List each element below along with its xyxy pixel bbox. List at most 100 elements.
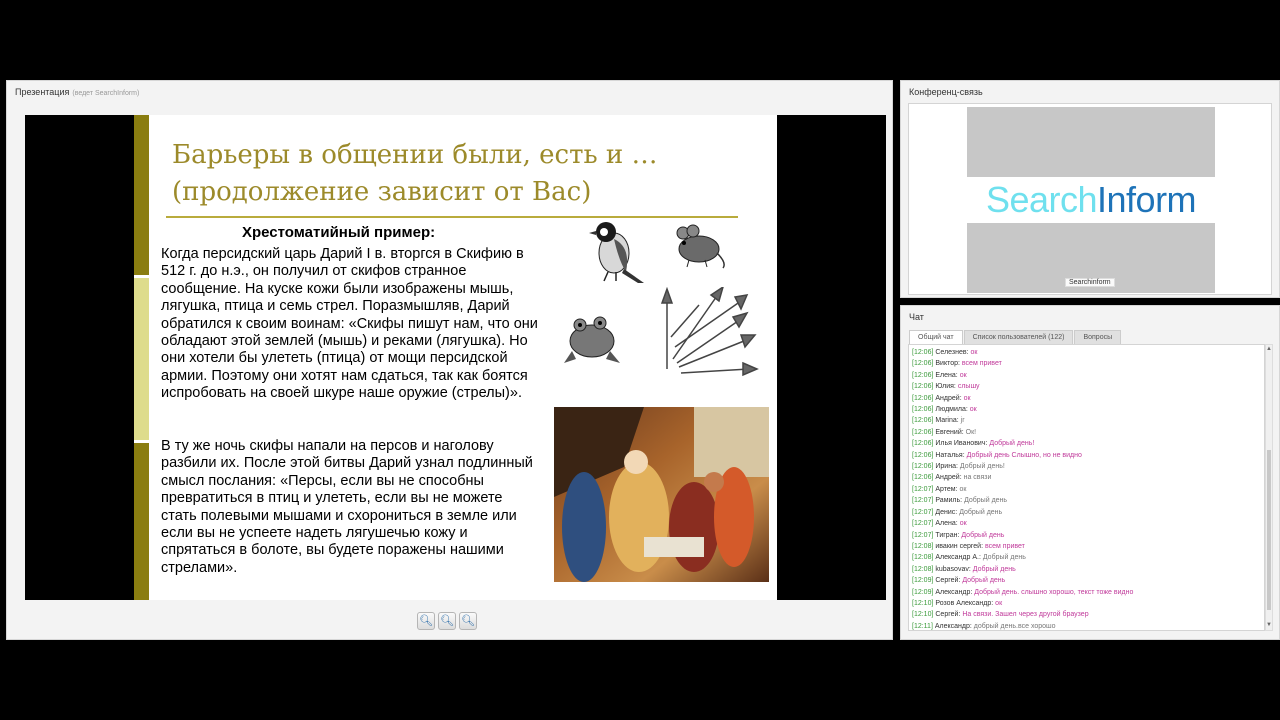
chat-message: [12:09] Сергей: Добрый день [912,575,1252,586]
tab-general-chat[interactable]: Общий чат [909,330,963,345]
example-title: Хрестоматийный пример: [242,224,436,241]
message-text: Добрый день [972,565,1016,573]
chat-message: [12:06] Юлия: слышу [912,381,1252,392]
video-frame: SearchInform Searchinform [908,103,1272,295]
chat-panel: Чат Общий чат Список пользователей (122) В… [900,305,1280,640]
presentation-subtitle: (ведет SearchInform) [72,90,140,97]
camera-label: Searchinform [1065,278,1115,287]
message-time: [12:07] [912,508,934,516]
message-author: Алена: [935,520,958,528]
chat-message: [12:06] Marina: jr [912,415,1252,426]
message-list: [12:06] Селезнев: ок [12:06] Виктор: всем… [912,347,1252,630]
presentation-panel: Презентация (ведет SearchInform) Барьеры … [6,80,893,640]
chat-message: [12:08] ивакин сергей: всем привет [912,541,1252,552]
chat-message: [12:08] kubasovav: Добрый день [912,564,1252,575]
video-stream[interactable]: SearchInform Searchinform [967,107,1215,293]
presentation-panel-title: Презентация (ведет SearchInform) [15,87,139,97]
conference-title: Конференц-связь [909,87,983,97]
message-text: Добрый день [964,497,1008,505]
message-author: Рамиль: [935,497,963,505]
message-text: ок [963,394,971,402]
message-text: Ок! [965,428,977,436]
message-text: ок [959,371,967,379]
message-text: слышу [957,383,980,391]
message-author: Александр: [934,622,972,630]
slide-paragraph-2: В ту же ночь скифы напали на персов и на… [161,438,533,576]
message-time: [12:06] [912,451,934,459]
message-time: [12:06] [912,371,934,379]
arrows-illustration [660,287,759,377]
chat-message: [12:07] Тигран: Добрый день [912,530,1252,541]
chat-title: Чат [909,312,924,322]
message-author: Юлия: [935,383,956,391]
message-text: На связи. Зашел через другой браузер [962,611,1089,619]
chat-message: [12:09] Александр: Добрый день. слышно х… [912,587,1252,598]
message-text: ок [959,485,967,493]
message-text: Добрый день [982,554,1026,562]
slide: Барьеры в общении были, есть и … (продол… [134,115,777,600]
message-time: [12:06] [912,394,934,402]
message-time: [12:06] [912,428,934,436]
message-time: [12:09] [912,577,934,585]
message-text: jr [960,417,965,425]
message-text: всем привет [985,542,1025,550]
message-author: Розов Александр: [935,599,994,607]
chat-message: [12:10] Сергей: На связи. Зашел через др… [912,609,1252,620]
message-time: [12:06] [912,474,934,482]
message-text: ок [970,349,978,356]
message-text: Добрый день! [989,440,1035,448]
chat-message: [12:07] Артем: ок [912,484,1252,495]
chat-messages: [12:06] Селезнев: ок [12:06] Виктор: всем… [908,344,1265,631]
chat-message: [12:06] Виктор: всем привет [912,358,1252,369]
message-text: ок [959,520,967,528]
message-author: Marina: [935,417,959,425]
slide-accent-bar-middle [134,278,149,440]
chat-message: [12:07] Алена: ок [912,518,1252,529]
chat-message: [12:06] Елена: ок [912,370,1252,381]
chat-scrollbar[interactable]: ▲ ▼ [1265,344,1273,631]
slide-accent-bar-top [134,115,149,275]
chat-message: [12:07] Денис: Добрый день [912,507,1252,518]
zoom-out-icon[interactable]: 🔍︎ [459,612,477,630]
message-text: ок [995,599,1003,607]
presentation-title: Презентация [15,87,70,97]
message-text: ок [969,406,977,414]
chat-message: [12:06] Илья Иванович: Добрый день! [912,438,1252,449]
message-time: [12:06] [912,406,934,414]
message-author: Сергей: [935,577,961,585]
message-author: Илья Иванович: [935,440,988,448]
zoom-in-icon[interactable]: 🔍︎ [417,612,435,630]
message-author: Артем: [935,485,958,493]
tab-questions[interactable]: Вопросы [1074,330,1122,345]
tab-user-list[interactable]: Список пользователей (122) [963,330,1074,345]
message-text: Добрый день! [959,463,1005,471]
scroll-up-icon[interactable]: ▲ [1266,346,1272,353]
searchinform-logo: SearchInform [985,179,1197,220]
chat-message: [12:06] Людмила: ок [912,404,1252,415]
chat-message: [12:11] Александр: добрый день.все хорош… [912,621,1252,630]
message-time: [12:06] [912,349,934,356]
chat-message: [12:06] Селезнев: ок [912,347,1252,358]
message-time: [12:10] [912,611,934,619]
message-author: kubasovav: [935,565,971,573]
zoom-reset-icon[interactable]: 🔍︎ [438,612,456,630]
scroll-down-icon[interactable]: ▼ [1266,622,1272,629]
slide-title-line2: (продолжение зависит от Вас) [172,177,592,207]
bird-illustration [589,222,644,283]
chat-message: [12:08] Александр А.: Добрый день [912,552,1252,563]
message-time: [12:06] [912,383,934,391]
message-author: Александр А.: [935,554,981,562]
message-text: Добрый день. слышно хорошо, текст тоже в… [974,588,1134,596]
scroll-thumb[interactable] [1267,450,1271,610]
chat-message: [12:06] Евгений: Ок! [912,427,1252,438]
message-time: [12:06] [912,440,934,448]
message-author: Ирина: [935,463,958,471]
conference-panel: Конференц-связь SearchInform Searchinfor… [900,80,1280,298]
message-author: Людмила: [935,406,968,414]
message-author: Виктор: [935,360,960,368]
chat-message: [12:06] Ирина: Добрый день! [912,461,1252,472]
chat-message: [12:06] Андрей: на связи [912,472,1252,483]
message-time: [12:06] [912,417,934,425]
message-text: на связи [963,474,992,482]
slide-paragraph-1: Когда персидский царь Дарий I в. вторгся… [161,246,538,402]
